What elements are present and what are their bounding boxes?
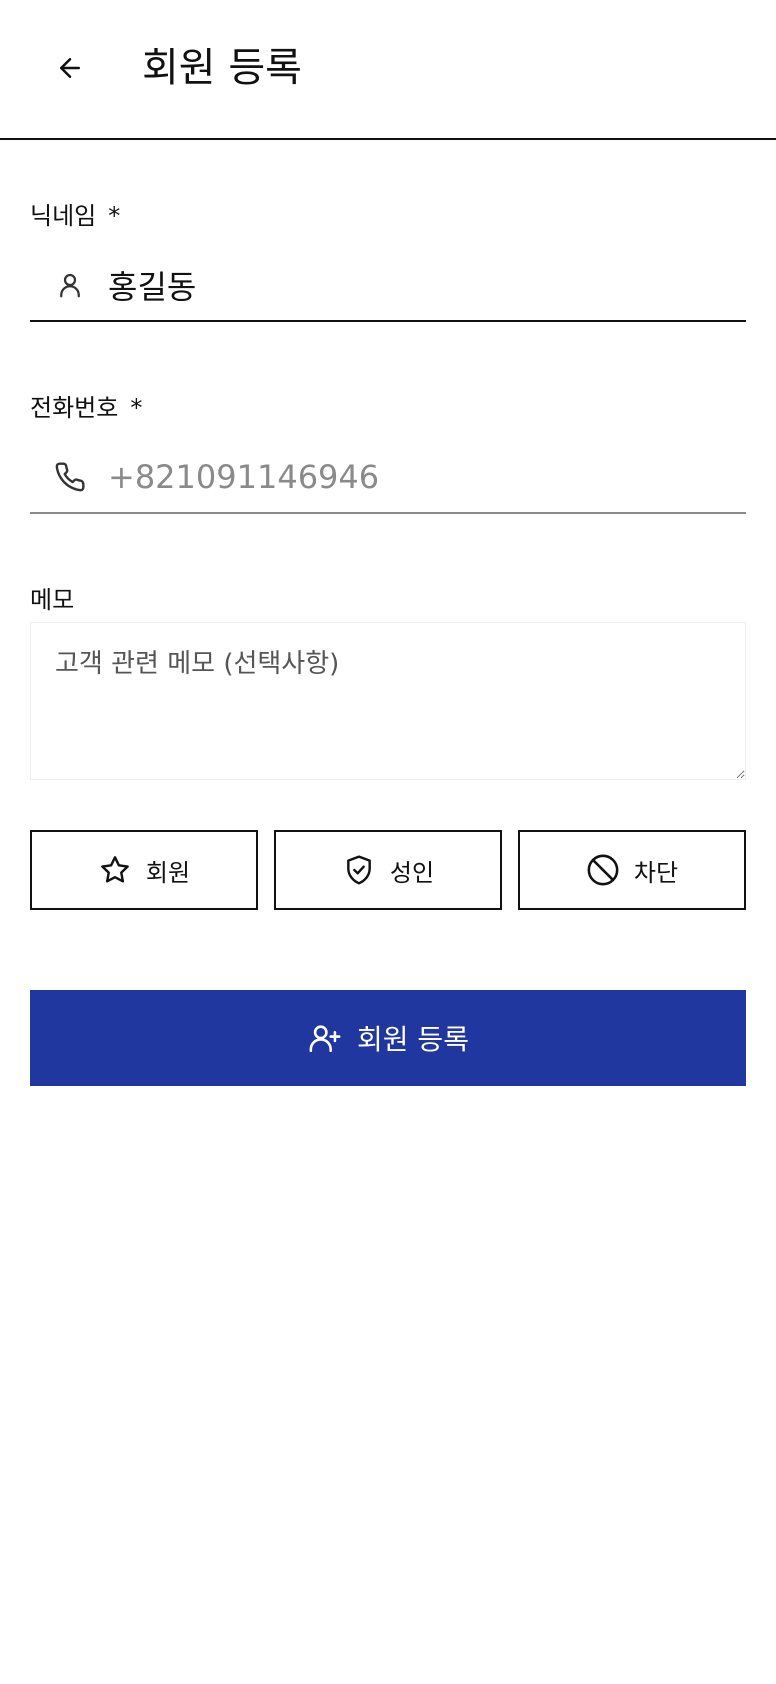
phone-icon (50, 457, 90, 497)
member-toggle-button[interactable]: 회원 (30, 830, 258, 910)
page-title: 회원 등록 (142, 45, 302, 91)
required-mark: * (130, 394, 143, 422)
adult-toggle-button[interactable]: 성인 (274, 830, 502, 910)
phone-field (30, 442, 746, 514)
register-member-label: 회원 등록 (357, 1023, 469, 1056)
memo-label: 메모 (30, 586, 75, 614)
user-plus-icon (307, 1020, 343, 1056)
block-toggle-button[interactable]: 차단 (518, 830, 746, 910)
adult-toggle-label: 성인 (389, 858, 435, 887)
status-toggle-group: 회원 성인 차단 (30, 830, 746, 910)
back-button[interactable] (44, 44, 96, 96)
block-toggle-label: 차단 (633, 858, 679, 887)
phone-label: 전화번호 * (30, 392, 142, 424)
nickname-input[interactable] (108, 261, 708, 309)
nickname-field (30, 250, 746, 322)
shield-check-icon (342, 853, 376, 887)
app-header: 회원 등록 (0, 0, 776, 140)
ban-icon (586, 853, 620, 887)
memo-textarea[interactable] (30, 622, 746, 780)
nickname-label-text: 닉네임 (30, 202, 97, 230)
nickname-label: 닉네임 * (30, 200, 120, 232)
required-mark: * (108, 202, 121, 230)
member-toggle-label: 회원 (145, 858, 191, 887)
phone-input[interactable] (108, 453, 708, 501)
user-icon (50, 265, 90, 305)
arrow-left-icon (55, 53, 85, 87)
star-icon (98, 853, 132, 887)
phone-label-text: 전화번호 (30, 394, 119, 422)
register-member-button[interactable]: 회원 등록 (30, 990, 746, 1086)
